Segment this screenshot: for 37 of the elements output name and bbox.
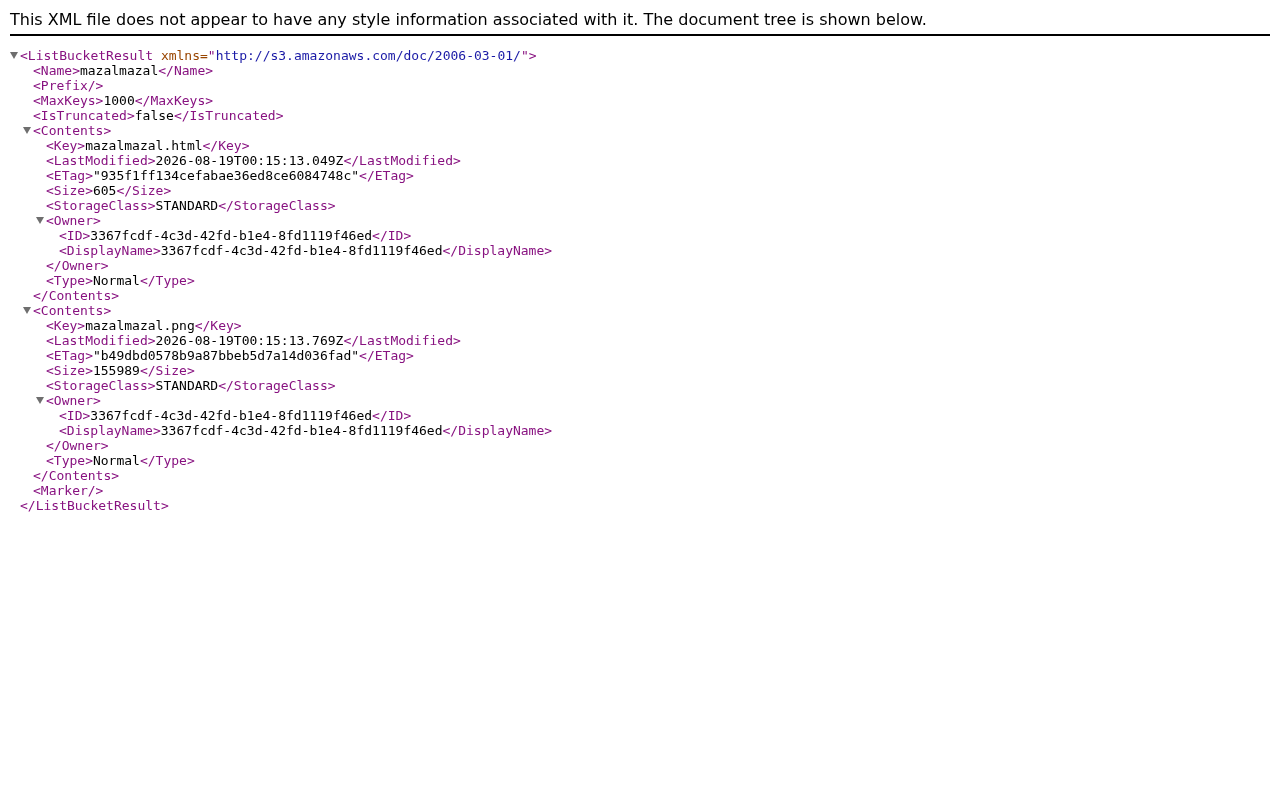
xml-code-line: <ETag>"b49dbd0578b9a87bbeb5d7a14d036fad"</ETag>: [46, 348, 414, 363]
notice-text: This XML file does not appear to have any style information associated with it. The document tree is shown below.: [10, 10, 927, 29]
xml-code-line: <ID>3367fcdf-4c3d-42fd-b1e4-8fd1119f46ed</ID>: [59, 408, 412, 423]
xml-code-line: <Key>mazalmazal.png</Key>: [46, 318, 242, 333]
xml-code-line: <DisplayName>3367fcdf-4c3d-42fd-b1e4-8fd1119f46ed</DisplayName>: [59, 423, 553, 438]
xml-code-line: <Owner>: [46, 213, 101, 228]
xml-code-line: <Name>mazalmazal</Name>: [33, 63, 214, 78]
xml-code-line: <StorageClass>STANDARD</StorageClass>: [46, 378, 336, 393]
xml-code-line: <LastModified>2026-08-19T00:15:13.769Z</LastModified>: [46, 333, 461, 348]
xml-code-line: <Size>155989</Size>: [46, 363, 195, 378]
xml-code-line: <Size>605</Size>: [46, 183, 172, 198]
xml-code-line: </Owner>: [46, 438, 109, 453]
xml-code-line: </Contents>: [33, 468, 120, 483]
xml-code-line: <Contents>: [33, 123, 112, 138]
disclosure-triangle-icon[interactable]: [23, 307, 31, 314]
xml-code-line: <Owner>: [46, 393, 101, 408]
xml-code-line: </ListBucketResult>: [20, 498, 169, 513]
xml-code-line: <MaxKeys>1000</MaxKeys>: [33, 93, 214, 108]
xml-code-line: <DisplayName>3367fcdf-4c3d-42fd-b1e4-8fd1119f46ed</DisplayName>: [59, 243, 553, 258]
xml-code-line: <Key>mazalmazal.html</Key>: [46, 138, 250, 153]
xml-code-line: <StorageClass>STANDARD</StorageClass>: [46, 198, 336, 213]
xml-code-line: <IsTruncated>false</IsTruncated>: [33, 108, 284, 123]
disclosure-triangle-icon[interactable]: [36, 397, 44, 404]
xml-code-line: </Contents>: [33, 288, 120, 303]
xml-code-line: <Contents>: [33, 303, 112, 318]
xml-code-line: <Prefix/>: [33, 78, 104, 93]
xml-code-line: <ListBucketResult xmlns="http://s3.amazonaws.com/doc/2006-03-01/">: [20, 48, 537, 63]
xml-code-line: <LastModified>2026-08-19T00:15:13.049Z</LastModified>: [46, 153, 461, 168]
xml-code-line: <ETag>"935f1ff134cefabae36ed8ce6084748c"</ETag>: [46, 168, 414, 183]
xml-code-line: </Owner>: [46, 258, 109, 273]
xml-code-line: <Type>Normal</Type>: [46, 453, 195, 468]
xml-code-line: <Type>Normal</Type>: [46, 273, 195, 288]
disclosure-triangle-icon[interactable]: [23, 127, 31, 134]
xml-code-line: <ID>3367fcdf-4c3d-42fd-b1e4-8fd1119f46ed</ID>: [59, 228, 412, 243]
xml-code-line: <Marker/>: [33, 483, 104, 498]
disclosure-triangle-icon[interactable]: [36, 217, 44, 224]
disclosure-triangle-icon[interactable]: [10, 52, 18, 59]
